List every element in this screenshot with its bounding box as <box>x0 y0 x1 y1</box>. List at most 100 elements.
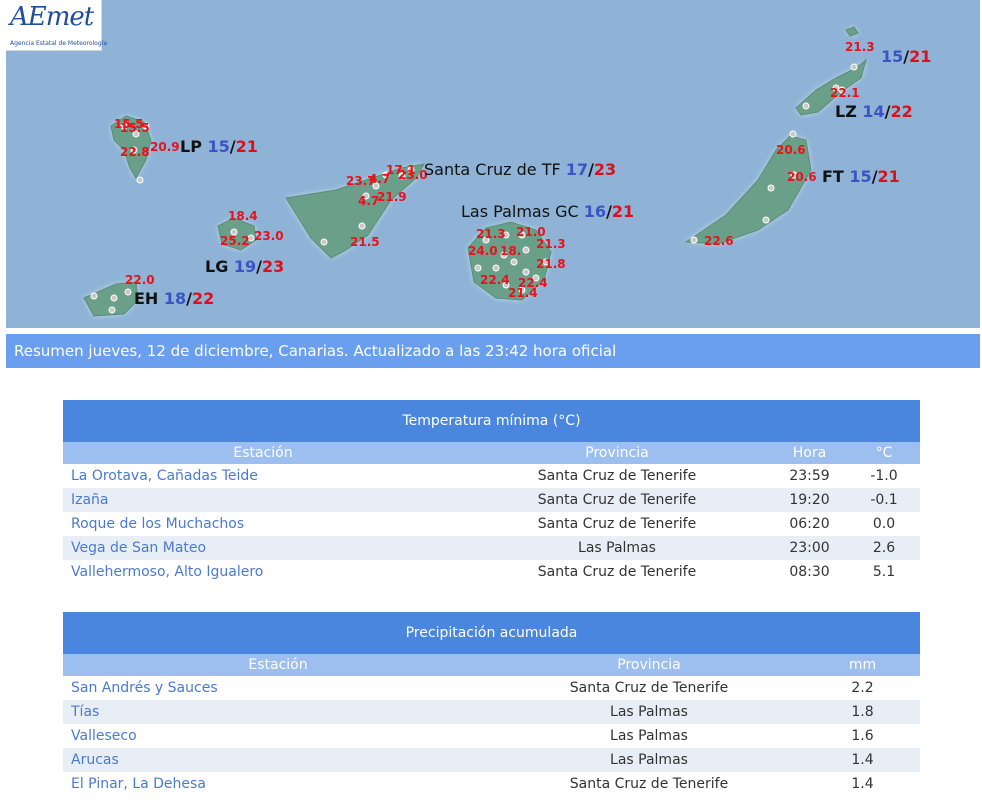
station-link[interactable]: El Pinar, La Dehesa <box>63 772 493 796</box>
value-cell: 1.8 <box>805 700 920 724</box>
island-min-temp: 15 <box>207 137 230 156</box>
table-row: Vallehermoso, Alto Igualero Santa Cruz d… <box>63 560 920 584</box>
aemet-logo[interactable]: AEmet Agencia Estatal de Meteorología <box>6 0 107 51</box>
station-temp: 22.6 <box>704 234 734 248</box>
table-row: El Pinar, La Dehesa Santa Cruz de Teneri… <box>63 772 920 796</box>
column-header-province[interactable]: Provincia <box>493 654 805 676</box>
column-header-time[interactable]: Hora <box>771 442 848 464</box>
station-temp: 22.0 <box>125 273 155 287</box>
province-cell: Santa Cruz de Tenerife <box>463 488 771 512</box>
table-row: San Andrés y Sauces Santa Cruz de Teneri… <box>63 676 920 700</box>
station-temp: 22.4 <box>480 273 510 287</box>
island-label-lanzarote: LZ 14/22 <box>835 102 913 121</box>
canary-islands-map: AEmet Agencia Estatal de Meteorología 15… <box>6 0 980 328</box>
island-max-temp: 21 <box>877 167 900 186</box>
value-cell: 2.6 <box>848 536 920 560</box>
province-cell: Santa Cruz de Tenerife <box>537 516 697 532</box>
island-label-la-palma: LP 15/21 <box>180 137 258 156</box>
island-code: LG <box>205 257 229 276</box>
column-header-celsius[interactable]: °C <box>848 442 920 464</box>
aemet-logo-text: AEmet <box>10 2 94 32</box>
island-code: LZ <box>835 102 857 121</box>
precipitation-table: Precipitación acumulada Estación Provinc… <box>63 612 920 796</box>
island-min-temp: 14 <box>862 102 885 121</box>
station-link[interactable]: Vallehermoso, Alto Igualero <box>63 560 463 584</box>
station-temp: 18. <box>500 244 522 258</box>
island-label-fuerteventura: FT 15/21 <box>822 167 900 186</box>
aemet-agency-name: Agencia Estatal de Meteorología <box>10 40 107 47</box>
table-row: Roque de los Muchachos Santa Cruz de Ten… <box>63 512 920 536</box>
min-temperature-title: Temperatura mínima (°C) <box>63 400 920 442</box>
island-la-graciosa <box>845 26 859 37</box>
station-temp: 25.2 <box>220 234 250 248</box>
column-header-station[interactable]: Estación <box>63 442 463 464</box>
station-temp: 22.1 <box>830 86 860 100</box>
island-max-temp: 21 <box>909 47 932 66</box>
island-code: FT <box>822 167 844 186</box>
station-link[interactable]: La Orotava, Cañadas Teide <box>63 464 463 488</box>
station-temp: 22.8 <box>120 145 150 159</box>
island-min-temp: 15 <box>881 47 904 66</box>
station-link[interactable]: Tías <box>63 700 493 724</box>
island-label-el-hierro: EH 18/22 <box>134 289 215 308</box>
island-code: EH <box>134 289 159 308</box>
station-temp: 21.9 <box>377 190 407 204</box>
value-cell: -1.0 <box>870 468 898 484</box>
station-temp: 23.0 <box>254 229 284 243</box>
province-cell: Las Palmas <box>463 536 771 560</box>
min-temperature-grid: Estación Provincia Hora °C La Orotava, C… <box>63 442 920 584</box>
time-cell: 23:59 <box>789 468 830 484</box>
station-link[interactable]: Arucas <box>63 748 493 772</box>
station-temp: 21.3 <box>476 227 506 241</box>
station-temp: 21.3 <box>536 237 566 251</box>
station-temp: 4.7 <box>358 194 380 208</box>
station-link[interactable]: San Andrés y Sauces <box>63 676 493 700</box>
time-cell: 06:20 <box>789 516 830 532</box>
island-max-temp: 23 <box>262 257 285 276</box>
table-header-row: Estación Provincia mm <box>63 654 920 676</box>
station-temp: 21.3 <box>845 40 875 54</box>
value-cell: 0.0 <box>872 516 896 532</box>
station-temp: 20.6 <box>787 170 817 184</box>
island-min-temp: 17 <box>565 160 589 179</box>
province-cell: Santa Cruz de Tenerife <box>569 680 729 696</box>
province-cell: Las Palmas <box>493 748 805 772</box>
table-row: Vega de San Mateo Las Palmas 23:00 2.6 <box>63 536 920 560</box>
island-max-temp: 22 <box>192 289 215 308</box>
island-max-temp: 21 <box>611 202 635 221</box>
time-cell: 08:30 <box>789 564 830 580</box>
station-temp: 21.4 <box>508 286 538 300</box>
column-header-mm[interactable]: mm <box>805 654 920 676</box>
station-link[interactable]: Valleseco <box>63 724 493 748</box>
station-temp: 20.9 <box>150 140 180 154</box>
column-header-province[interactable]: Provincia <box>463 442 771 464</box>
value-cell: 2.2 <box>851 680 874 696</box>
column-header-station[interactable]: Estación <box>63 654 493 676</box>
precipitation-title: Precipitación acumulada <box>63 612 920 654</box>
province-cell: Las Palmas <box>610 728 688 744</box>
station-temp: 24.0 <box>468 244 498 258</box>
island-min-temp: 15 <box>849 167 872 186</box>
summary-bar: Resumen jueves, 12 de diciembre, Canaria… <box>6 334 980 368</box>
island-label-tenerife: Santa Cruz de TF 17/23 <box>424 160 617 179</box>
value-cell: 1.4 <box>805 748 920 772</box>
station-link[interactable]: Vega de San Mateo <box>63 536 463 560</box>
station-temp: 18.4 <box>228 209 258 223</box>
table-row: Tías Las Palmas 1.8 <box>63 700 920 724</box>
precipitation-grid: Estación Provincia mm San Andrés y Sauce… <box>63 654 920 796</box>
time-cell: 19:20 <box>771 488 848 512</box>
island-max-temp: 23 <box>593 160 617 179</box>
province-cell: Santa Cruz de Tenerife <box>569 776 729 792</box>
island-min-temp: 16 <box>583 202 607 221</box>
station-link[interactable]: Izaña <box>63 488 463 512</box>
province-cell: Santa Cruz de Tenerife <box>537 468 697 484</box>
min-temperature-table: Temperatura mínima (°C) Estación Provinc… <box>63 400 920 584</box>
island-label-gran-canaria: Las Palmas GC 16/21 <box>461 202 635 221</box>
province-cell: Santa Cruz de Tenerife <box>537 564 697 580</box>
island-code: LP <box>180 137 202 156</box>
island-max-temp: 21 <box>235 137 258 156</box>
island-min-temp: 18 <box>163 289 187 308</box>
station-link[interactable]: Roque de los Muchachos <box>63 512 463 536</box>
table-header-row: Estación Provincia Hora °C <box>63 442 920 464</box>
island-min-temp: 19 <box>233 257 257 276</box>
